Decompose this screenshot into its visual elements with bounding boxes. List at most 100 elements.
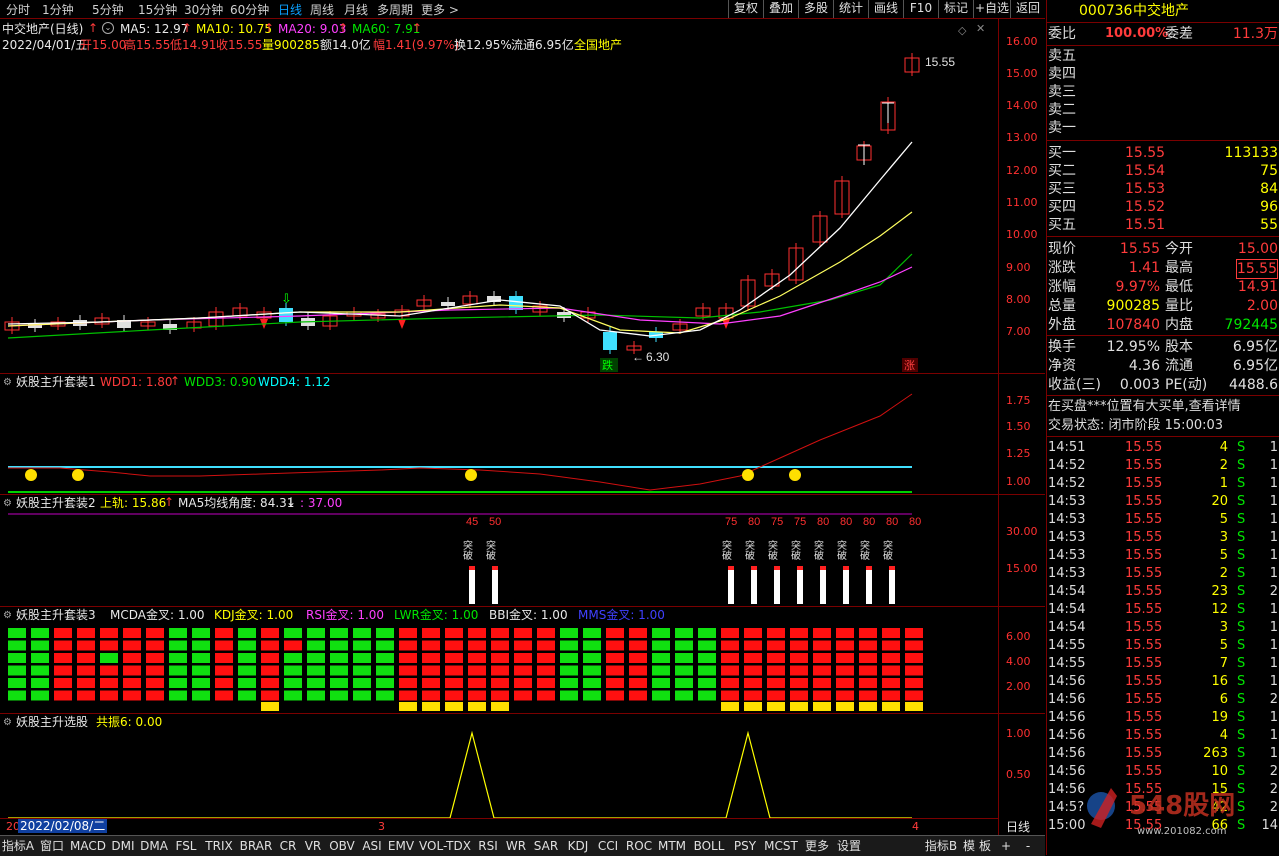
panel1-collapse-icon[interactable]: ⚙ xyxy=(3,376,12,390)
big-order-notice[interactable]: 在买盘***位置有大买单,查看详情 xyxy=(1047,398,1279,416)
buy-row: 买二 15.54 75 xyxy=(1047,162,1279,180)
tab-cr[interactable]: CR xyxy=(276,837,300,855)
tab-wr[interactable]: WR xyxy=(503,837,529,855)
signal-cell xyxy=(560,640,578,651)
separator xyxy=(1047,436,1279,437)
panel1-tick: 1.50 xyxy=(1006,420,1031,433)
tab-60min[interactable]: 60分钟 xyxy=(230,1,269,18)
panel3-collapse-icon[interactable]: ⚙ xyxy=(3,609,12,623)
tab-sar[interactable]: SAR xyxy=(530,837,562,855)
stat-value: 14.91 xyxy=(1237,279,1278,295)
dropdown-icon[interactable]: ⌄ xyxy=(102,22,114,34)
close-icon[interactable]: ✕ xyxy=(976,22,985,36)
signal-cell xyxy=(169,678,187,688)
stat-value: 15.55 xyxy=(1235,259,1278,279)
zoom-in-button[interactable]: + xyxy=(996,837,1016,855)
signal-cell xyxy=(790,678,808,688)
tab-indicator-b[interactable]: 指标B xyxy=(922,837,960,855)
fuquan-button[interactable]: 复权 xyxy=(728,0,763,18)
panel2-chart: 45 突破 50 突破 75 突破 80 突破 75 突破 75 突破 80 突破 80 突破 80 突破 80 突破… xyxy=(8,513,921,604)
signal-cell xyxy=(192,628,210,638)
signal-cell xyxy=(491,665,509,676)
tab-kdj[interactable]: KDJ xyxy=(563,837,593,855)
tab-asi[interactable]: ASI xyxy=(359,837,385,855)
add-watchlist-button[interactable]: +自选 xyxy=(973,0,1010,18)
tab-vol-tdx[interactable]: VOL-TDX xyxy=(417,837,473,855)
tab-30min[interactable]: 30分钟 xyxy=(184,1,223,18)
signal-cell xyxy=(514,665,532,676)
draw-line-button[interactable]: 画线 xyxy=(868,0,903,18)
signal-cell xyxy=(353,690,371,701)
tab-cci[interactable]: CCI xyxy=(594,837,622,855)
signal-cell xyxy=(77,665,95,676)
ma10-label: MA10: 10.75 xyxy=(196,22,273,36)
buy-volume: 113133 xyxy=(1224,145,1278,161)
tick-volume: 19 xyxy=(1211,710,1228,725)
tab-dma[interactable]: DMA xyxy=(138,837,170,855)
tick-volume: 12 xyxy=(1211,602,1228,617)
tab-fenshi[interactable]: 分时 xyxy=(6,1,30,18)
tab-fsl[interactable]: FSL xyxy=(171,837,201,855)
tab-more[interactable]: 更多 > xyxy=(421,1,459,18)
tab-template-1[interactable]: 模 xyxy=(961,837,977,855)
tab-5min[interactable]: 5分钟 xyxy=(92,1,124,18)
tab-template-2[interactable]: 板 xyxy=(977,837,993,855)
tab-settings[interactable]: 设置 xyxy=(833,837,865,855)
signal-cell xyxy=(261,690,279,701)
tab-15min[interactable]: 15分钟 xyxy=(138,1,177,18)
tick-row: 14:53 15.55 5 S 1 xyxy=(1047,547,1279,565)
tab-weekly[interactable]: 周线 xyxy=(310,1,334,18)
tab-daily[interactable]: 日线 xyxy=(278,1,302,18)
tab-window[interactable]: 窗口 xyxy=(37,837,67,855)
tab-trix[interactable]: TRIX xyxy=(202,837,236,855)
signal-cell xyxy=(905,628,923,638)
tab-1min[interactable]: 1分钟 xyxy=(42,1,74,18)
signal-cell xyxy=(491,653,509,663)
tab-dmi[interactable]: DMI xyxy=(109,837,137,855)
tab-boll[interactable]: BOLL xyxy=(689,837,729,855)
zoom-out-button[interactable]: - xyxy=(1018,837,1038,855)
tab-rsi[interactable]: RSI xyxy=(474,837,502,855)
signal-cell xyxy=(169,640,187,651)
signal-cell xyxy=(376,690,394,701)
price-tick: 11.00 xyxy=(1006,196,1038,209)
overlay-button[interactable]: 叠加 xyxy=(763,0,798,18)
signal-cell xyxy=(744,665,762,676)
tab-more-indicators[interactable]: 更多 xyxy=(802,837,832,855)
panel3-lwr: LWR金叉: 1.00 xyxy=(394,608,479,622)
tick-time: 14:56 xyxy=(1048,764,1086,779)
tab-monthly[interactable]: 月线 xyxy=(344,1,368,18)
tab-emv[interactable]: EMV xyxy=(386,837,416,855)
tab-mtm[interactable]: MTM xyxy=(656,837,688,855)
signal-cell xyxy=(583,653,601,663)
panel2-collapse-icon[interactable]: ⚙ xyxy=(3,497,12,511)
signal-cell xyxy=(537,628,555,638)
tick-count: 1 xyxy=(1269,674,1278,689)
signal-cell xyxy=(399,640,417,651)
stats-button[interactable]: 统计 xyxy=(833,0,868,18)
tab-vr[interactable]: VR xyxy=(301,837,325,855)
tick-volume: 23 xyxy=(1211,584,1228,599)
buy-volume: 96 xyxy=(1260,199,1278,215)
tab-indicator-a[interactable]: 指标A xyxy=(0,837,36,855)
multi-stock-button[interactable]: 多股 xyxy=(798,0,833,18)
tab-brar[interactable]: BRAR xyxy=(237,837,275,855)
signal-cell xyxy=(767,678,785,688)
tab-psy[interactable]: PSY xyxy=(730,837,760,855)
tab-roc[interactable]: ROC xyxy=(623,837,655,855)
stat-label: 总量 xyxy=(1048,298,1076,314)
tick-row: 14:51 15.55 4 S 1 xyxy=(1047,439,1279,457)
tab-macd[interactable]: MACD xyxy=(68,837,108,855)
f10-button[interactable]: F10 xyxy=(903,0,938,18)
mark-button[interactable]: 标记 xyxy=(938,0,973,18)
signal-cell xyxy=(54,690,72,701)
tab-obv[interactable]: OBV xyxy=(326,837,358,855)
back-button[interactable]: 返回 xyxy=(1010,0,1045,18)
tab-mcst[interactable]: MCST xyxy=(761,837,801,855)
collapse-icon[interactable]: ◇ xyxy=(958,24,966,38)
signal-bar xyxy=(820,566,826,604)
tick-time: 14:53 xyxy=(1048,548,1086,563)
tick-time: 14:53 xyxy=(1048,530,1086,545)
tab-multi-period[interactable]: 多周期 xyxy=(377,1,413,18)
x-axis-date: 2022/02/08/二 xyxy=(18,819,108,833)
